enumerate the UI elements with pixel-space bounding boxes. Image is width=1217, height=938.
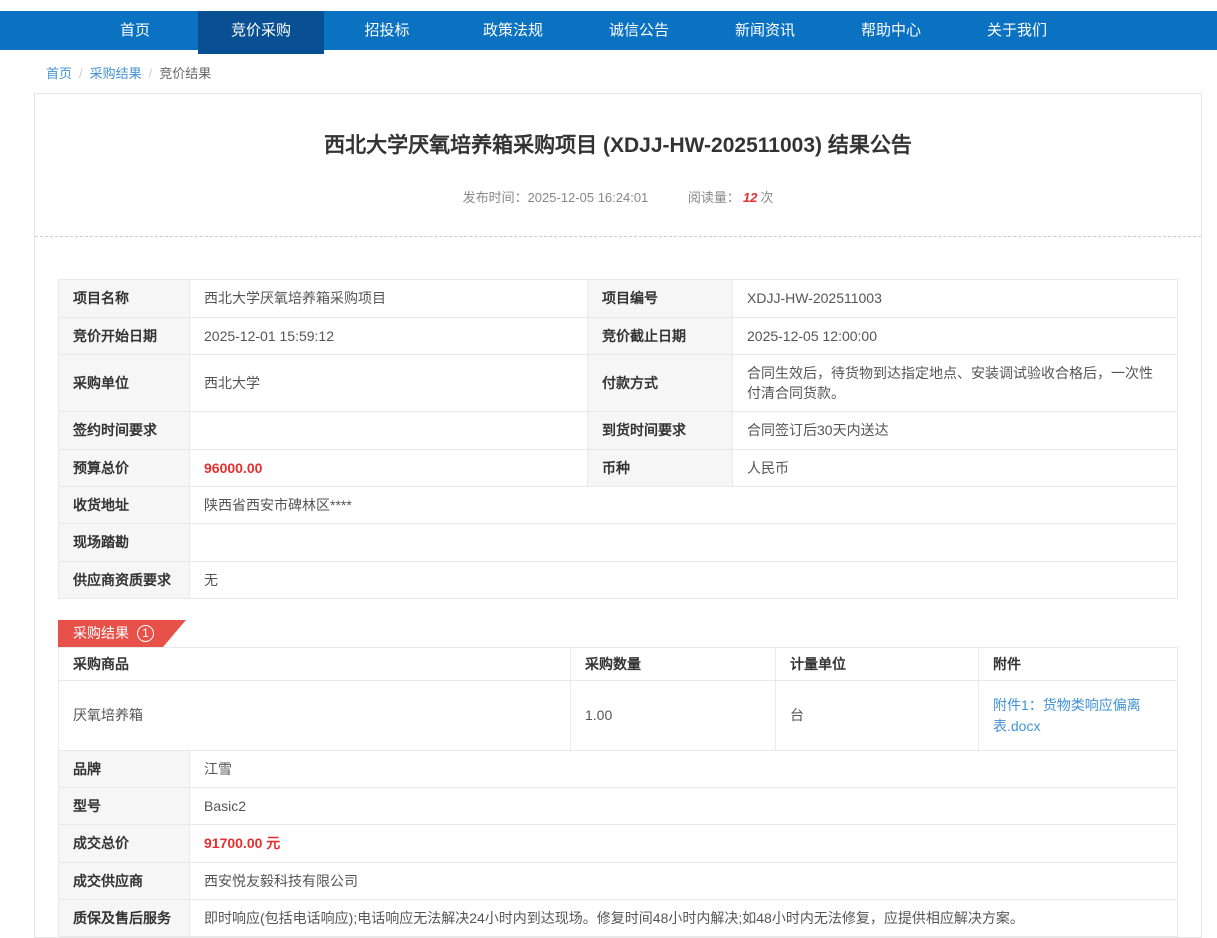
quantity-column-header: 采购数量 [571,647,776,680]
nav-item-integrity-notice[interactable]: 诚信公告 [576,11,702,50]
table-row: 预算总价 96000.00 币种 人民币 [59,449,1178,486]
payment-method-label: 付款方式 [588,354,733,412]
purchase-result-badge-count: 1 [137,625,154,642]
winning-supplier-value: 西安悦友毅科技有限公司 [190,862,1178,899]
currency-value: 人民币 [733,449,1178,486]
purchase-result-badge-label: 采购结果 [73,623,129,643]
model-value: Basic2 [190,788,1178,825]
nav-items: 首页 竞价采购 招投标 政策法规 诚信公告 新闻资讯 帮助中心 关于我们 [72,11,1217,50]
purchase-result-badge: 采购结果 1 [58,620,186,647]
purchaser-label: 采购单位 [59,354,190,412]
table-row: 成交总价 91700.00 元 [59,825,1178,862]
nav-item-tendering[interactable]: 招投标 [324,11,450,50]
breadcrumb: 首页 / 采购结果 / 竞价结果 [0,50,1217,93]
quantity-value: 1.00 [571,681,776,751]
nav-item-about-us[interactable]: 关于我们 [954,11,1080,50]
view-count-unit: 次 [760,190,773,205]
attachment-column-header: 附件 [979,647,1178,680]
currency-label: 币种 [588,449,733,486]
table-row: 竞价开始日期 2025-12-01 15:59:12 竞价截止日期 2025-1… [59,317,1178,354]
brand-value: 江雪 [190,750,1178,787]
unit-column-header: 计量单位 [776,647,979,680]
deal-detail-table: 品牌 江雪 型号 Basic2 成交总价 91700.00 元 成交供应商 西安… [58,750,1178,937]
site-survey-value [190,524,1178,561]
project-name-value: 西北大学厌氧培养箱采购项目 [190,280,588,317]
table-row: 签约时间要求 到货时间要求 合同签订后30天内送达 [59,412,1178,449]
article-meta: 发布时间：2025-12-05 16:24:01 阅读量：12次 [35,187,1201,206]
project-number-label: 项目编号 [588,280,733,317]
attachment-cell: 附件1：货物类响应偏离表.docx [979,681,1178,751]
winning-supplier-label: 成交供应商 [59,862,190,899]
signing-time-value [190,412,588,449]
product-value: 厌氧培养箱 [59,681,571,751]
model-label: 型号 [59,788,190,825]
table-row: 供应商资质要求 无 [59,561,1178,598]
deal-total-price-label: 成交总价 [59,825,190,862]
delivery-address-value: 陕西省西安市碑林区**** [190,487,1178,524]
delivery-time-value: 合同签订后30天内送达 [733,412,1178,449]
view-count-value: 12 [743,190,757,205]
breadcrumb-separator: / [149,66,153,81]
page-title: 西北大学厌氧培养箱采购项目 (XDJJ-HW-202511003) 结果公告 [95,132,1141,159]
delivery-time-label: 到货时间要求 [588,412,733,449]
supplier-qualification-value: 无 [190,561,1178,598]
signing-time-label: 签约时间要求 [59,412,190,449]
bid-start-date-label: 竞价开始日期 [59,317,190,354]
breadcrumb-home-link[interactable]: 首页 [46,66,72,81]
warranty-service-label: 质保及售后服务 [59,900,190,937]
product-column-header: 采购商品 [59,647,571,680]
table-row: 品牌 江雪 [59,750,1178,787]
brand-label: 品牌 [59,750,190,787]
table-header-row: 采购商品 采购数量 计量单位 附件 [59,647,1178,680]
publish-time-value: 2025-12-05 16:24:01 [528,190,649,205]
payment-method-value: 合同生效后，待货物到达指定地点、安装调试验收合格后，一次性付清合同货款。 [733,354,1178,412]
budget-total-label: 预算总价 [59,449,190,486]
delivery-address-label: 收货地址 [59,487,190,524]
attachment-link[interactable]: 附件1：货物类响应偏离表.docx [993,697,1141,733]
bid-deadline-label: 竞价截止日期 [588,317,733,354]
project-number-value: XDJJ-HW-202511003 [733,280,1178,317]
table-row: 型号 Basic2 [59,788,1178,825]
tables-wrap: 项目名称 西北大学厌氧培养箱采购项目 项目编号 XDJJ-HW-20251100… [35,237,1201,937]
publish-time: 发布时间：2025-12-05 16:24:01 [463,190,649,205]
purchaser-value: 西北大学 [190,354,588,412]
project-info-table: 项目名称 西北大学厌氧培养箱采购项目 项目编号 XDJJ-HW-20251100… [58,279,1178,599]
budget-total-value: 96000.00 [190,449,588,486]
table-row: 成交供应商 西安悦友毅科技有限公司 [59,862,1178,899]
view-count: 阅读量：12次 [688,190,774,205]
nav-item-help-center[interactable]: 帮助中心 [828,11,954,50]
breadcrumb-separator: / [79,66,83,81]
deal-total-price-value: 91700.00 元 [190,825,1178,862]
table-row: 项目名称 西北大学厌氧培养箱采购项目 项目编号 XDJJ-HW-20251100… [59,280,1178,317]
purchase-result-table: 采购商品 采购数量 计量单位 附件 厌氧培养箱 1.00 台 附件1：货物类响应… [58,647,1178,751]
table-row: 收货地址 陕西省西安市碑林区**** [59,487,1178,524]
bid-deadline-value: 2025-12-05 12:00:00 [733,317,1178,354]
publish-time-label: 发布时间： [463,190,528,205]
view-count-label: 阅读量： [688,190,740,205]
bid-start-date-value: 2025-12-01 15:59:12 [190,317,588,354]
nav-item-policies[interactable]: 政策法规 [450,11,576,50]
table-row: 质保及售后服务 即时响应(包括电话响应);电话响应无法解决24小时内到达现场。修… [59,900,1178,937]
announcement-card: 西北大学厌氧培养箱采购项目 (XDJJ-HW-202511003) 结果公告 发… [34,93,1202,938]
unit-value: 台 [776,681,979,751]
site-survey-label: 现场踏勘 [59,524,190,561]
table-row: 厌氧培养箱 1.00 台 附件1：货物类响应偏离表.docx [59,681,1178,751]
nav-item-home[interactable]: 首页 [72,11,198,50]
top-navbar: 首页 竞价采购 招投标 政策法规 诚信公告 新闻资讯 帮助中心 关于我们 [0,11,1217,50]
breadcrumb-purchase-results-link[interactable]: 采购结果 [90,66,142,81]
nav-item-news[interactable]: 新闻资讯 [702,11,828,50]
breadcrumb-current-page: 竞价结果 [159,66,211,81]
warranty-service-value: 即时响应(包括电话响应);电话响应无法解决24小时内到达现场。修复时间48小时内… [190,900,1178,937]
supplier-qualification-label: 供应商资质要求 [59,561,190,598]
table-row: 采购单位 西北大学 付款方式 合同生效后，待货物到达指定地点、安装调试验收合格后… [59,354,1178,412]
project-name-label: 项目名称 [59,280,190,317]
nav-item-bidding-purchase[interactable]: 竞价采购 [198,11,324,54]
table-row: 现场踏勘 [59,524,1178,561]
